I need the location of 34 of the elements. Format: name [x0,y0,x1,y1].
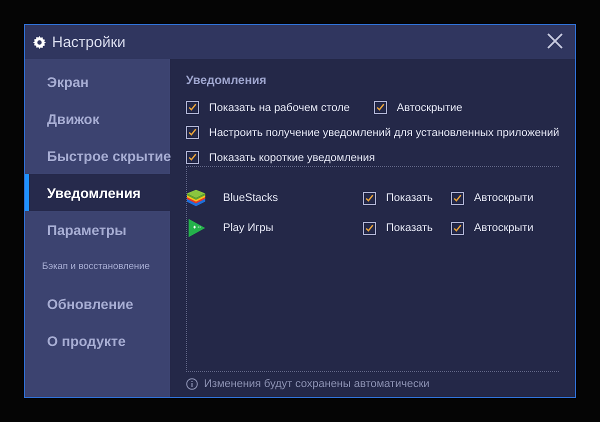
sidebar-item[interactable]: О продукте [25,322,170,359]
checkbox[interactable] [451,192,464,204]
layers-icon [187,187,207,209]
checkbox[interactable] [451,222,464,234]
checkbox[interactable] [363,192,376,204]
option-label: Показать [386,222,433,234]
footer-note: Изменения будут сохранены автоматически [204,378,430,390]
close-icon [547,33,563,49]
checkbox[interactable] [186,101,199,114]
app-name: BlueStacks [223,192,280,204]
option-label: Показать [386,192,433,204]
option-label: Автоскрыти [474,192,534,204]
sidebar-item[interactable]: Экран [25,63,170,100]
settings-icon [33,36,46,48]
option-label: Автоскрытие [396,102,462,114]
play-icon [187,217,207,239]
sidebar-item[interactable]: Движок [25,100,170,137]
sidebar-item[interactable]: Обновление [25,285,170,322]
window-title: Настройки [52,34,127,50]
sidebar-item[interactable]: Быстрое скрытие [25,137,170,174]
option-label: Настроить получение уведомлений для установленных приложений [209,126,560,138]
checkbox[interactable] [374,101,387,114]
app-name: Play Игры [223,222,274,234]
info-icon [186,378,198,390]
sidebar-item[interactable]: Бэкап и восстановление [25,248,170,285]
checkbox[interactable] [186,151,199,164]
sidebar-item[interactable]: Уведомления [25,174,170,211]
option-label: Показать короткие уведомления [209,152,375,164]
option-label: Автоскрыти [474,222,534,234]
option-label: Показать на рабочем столе [209,102,350,114]
section-title: Уведомления [186,73,268,87]
sidebar-item[interactable]: Параметры [25,211,170,248]
checkbox[interactable] [363,222,376,234]
checkbox[interactable] [186,126,199,139]
